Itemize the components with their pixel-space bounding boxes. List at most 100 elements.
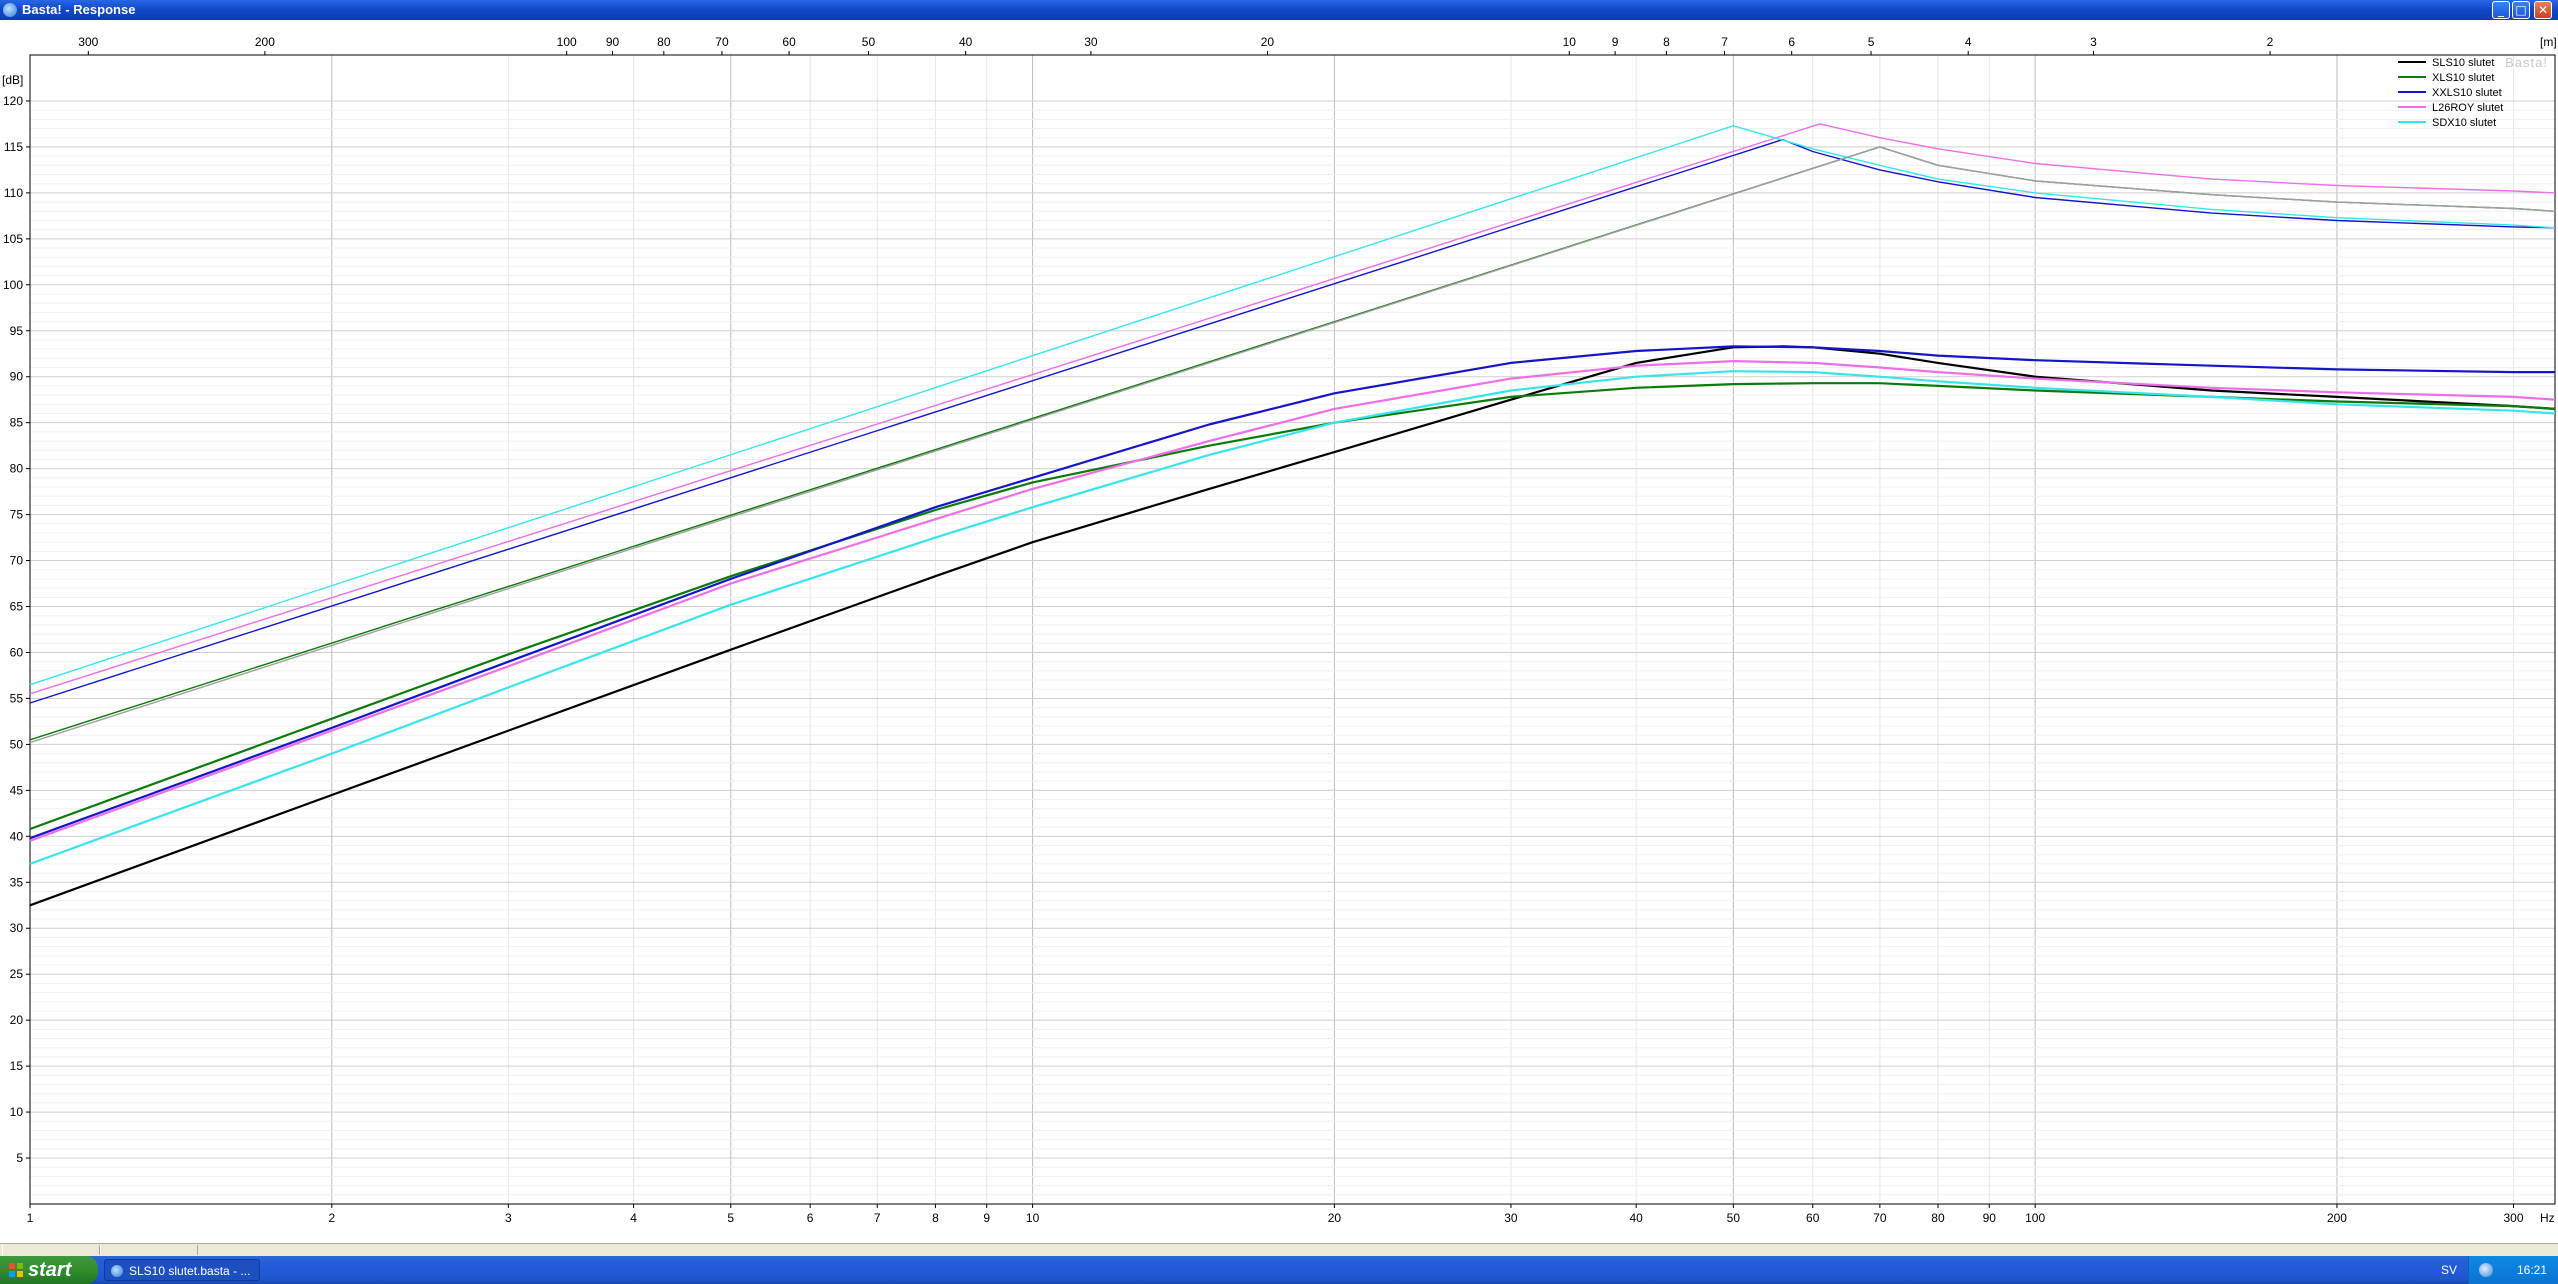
wavelength-tick-label: 8 xyxy=(1663,35,1670,49)
system-tray: SV 16:21 xyxy=(2441,1256,2558,1284)
x-tick-label: 100 xyxy=(2025,1211,2045,1225)
y-tick-label: 40 xyxy=(10,829,24,843)
x-tick-label: 80 xyxy=(1931,1211,1945,1225)
x-tick-label: 300 xyxy=(2503,1211,2523,1225)
legend: SLS10 slutet XLS10 slutet XXLS10 slutet L26… xyxy=(2398,57,2503,129)
legend-label: XXLS10 slutet xyxy=(2432,87,2502,99)
plot-frame xyxy=(29,54,2556,1205)
status-cell xyxy=(2,1245,100,1255)
wavelength-tick-label: 300 xyxy=(78,35,98,49)
wavelength-tick-label: 60 xyxy=(782,35,796,49)
wavelength-tick-label: 9 xyxy=(1612,35,1619,49)
x-tick-label: 2 xyxy=(328,1211,335,1225)
close-button[interactable]: ✕ xyxy=(2534,1,2552,19)
status-bar xyxy=(0,1243,2558,1257)
y-tick-label: 110 xyxy=(4,186,23,200)
y-tick-label: 35 xyxy=(10,875,24,889)
y-tick-label: 65 xyxy=(10,600,24,614)
y-tick-label: 55 xyxy=(10,691,24,705)
x-tick-label: 1 xyxy=(27,1211,34,1225)
y-tick-label: 50 xyxy=(10,737,24,751)
x-tick-label: 8 xyxy=(932,1211,939,1225)
legend-label: L26ROY slutet xyxy=(2432,102,2503,114)
wavelength-tick-label: 7 xyxy=(1721,35,1728,49)
window-title: Basta! - Response xyxy=(22,2,136,17)
maximize-button[interactable]: □ xyxy=(2512,1,2530,19)
taskbar-item-basta[interactable]: SLS10 slutet.basta - ... xyxy=(104,1259,260,1281)
wavelength-tick-label: 5 xyxy=(1868,35,1875,49)
taskbar-item-label: SLS10 slutet.basta - ... xyxy=(129,1264,251,1278)
y-tick-label: 45 xyxy=(10,783,24,797)
wavelength-tick-label: 80 xyxy=(657,35,671,49)
start-label: start xyxy=(28,1259,72,1281)
x-axis-label: Hz xyxy=(2540,1211,2555,1225)
x-tick-label: 4 xyxy=(630,1211,637,1225)
taskbar: start SLS10 slutet.basta - ... SV 16:21 xyxy=(0,1256,2558,1284)
x-tick-label: 90 xyxy=(1983,1211,1997,1225)
wavelength-tick-label: 100 xyxy=(557,35,577,49)
y-tick-label: 15 xyxy=(10,1059,24,1073)
y-tick-label: 10 xyxy=(10,1105,24,1119)
grid xyxy=(29,55,2555,1204)
upper-curve-4 xyxy=(29,146,2556,741)
x-tick-label: 6 xyxy=(807,1211,814,1225)
x-tick-label: 200 xyxy=(2327,1211,2347,1225)
y-tick-label: 60 xyxy=(10,645,24,659)
x-tick-label: 7 xyxy=(874,1211,881,1225)
x-tick-label: 20 xyxy=(1328,1211,1342,1225)
y-tick-label: 30 xyxy=(10,921,24,935)
x-tick-label: 60 xyxy=(1806,1211,1820,1225)
wavelength-tick-label: 90 xyxy=(606,35,620,49)
tray-app-icon[interactable] xyxy=(2479,1263,2493,1277)
legend-label: SDX10 slutet xyxy=(2432,117,2496,129)
windows-flag-icon xyxy=(9,1263,23,1277)
response-chart[interactable]: 5 10 15 20 25 30 35 40 45 50 55 60 65 70 75 80 85 90 95 100… xyxy=(0,20,2558,1243)
x-tick-label: 5 xyxy=(727,1211,734,1225)
wavelength-tick-label: 2 xyxy=(2267,35,2274,49)
y-tick-label: 20 xyxy=(10,1013,24,1027)
wavelength-tick-label: 4 xyxy=(1965,35,1972,49)
x-tick-label: 50 xyxy=(1727,1211,1741,1225)
wavelength-tick-label: 30 xyxy=(1084,35,1098,49)
y-tick-label: 90 xyxy=(10,370,24,384)
upper-curve-5 xyxy=(29,146,2556,744)
legend-label: XLS10 slutet xyxy=(2432,72,2494,84)
wavelength-tick-label: 200 xyxy=(255,35,275,49)
series-lines xyxy=(29,345,2556,907)
x-tick-label: 3 xyxy=(505,1211,512,1225)
y-axis-label: [dB] xyxy=(2,73,23,87)
clock: 16:21 xyxy=(2517,1263,2548,1277)
wavelength-tick-label: 3 xyxy=(2090,35,2097,49)
wavelength-tick-label: 20 xyxy=(1261,35,1275,49)
x-tick-label: 9 xyxy=(983,1211,990,1225)
y-tick-label: 100 xyxy=(3,278,23,292)
axes: 5101520253035404550556065707580859095100… xyxy=(2,35,2557,1225)
wavelength-tick-label: 50 xyxy=(862,35,876,49)
response-plot[interactable]: 5101520253035404550556065707580859095100… xyxy=(0,20,2558,1243)
y-tick-label: 25 xyxy=(10,967,24,981)
x-tick-label: 10 xyxy=(1026,1211,1040,1225)
x-tick-label: 70 xyxy=(1873,1211,1887,1225)
status-cell xyxy=(100,1245,198,1255)
wavelength-tick-label: 6 xyxy=(1788,35,1795,49)
wavelength-tick-label: 40 xyxy=(959,35,973,49)
wavelength-axis-label: [m] xyxy=(2540,35,2557,49)
y-tick-label: 120 xyxy=(3,94,23,108)
watermark: Basta! xyxy=(2505,55,2548,70)
y-tick-label: 5 xyxy=(16,1151,23,1165)
language-indicator[interactable]: SV xyxy=(2441,1256,2457,1284)
y-tick-label: 95 xyxy=(10,324,24,338)
y-tick-label: 115 xyxy=(4,140,23,154)
minimize-button[interactable]: _ xyxy=(2492,1,2510,19)
y-tick-label: 85 xyxy=(10,416,24,430)
y-tick-label: 70 xyxy=(10,554,24,568)
x-tick-label: 40 xyxy=(1630,1211,1644,1225)
app-icon xyxy=(111,1265,123,1277)
y-tick-label: 80 xyxy=(10,462,24,476)
y-tick-label: 105 xyxy=(3,232,23,246)
start-button[interactable]: start xyxy=(0,1256,98,1284)
wavelength-tick-label: 10 xyxy=(1563,35,1577,49)
legend-label: SLS10 slutet xyxy=(2432,57,2494,69)
wavelength-tick-label: 70 xyxy=(715,35,729,49)
x-tick-label: 30 xyxy=(1504,1211,1518,1225)
